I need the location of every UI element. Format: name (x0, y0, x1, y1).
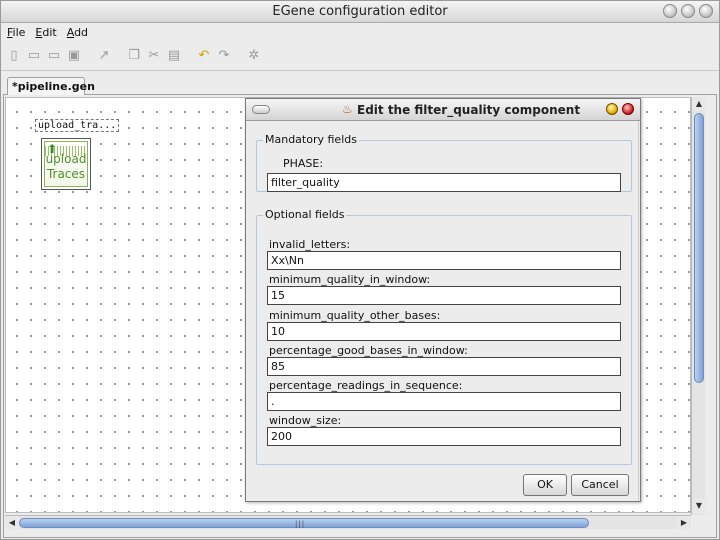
scroll-up-button[interactable]: ▲ (692, 97, 706, 111)
window-controls (663, 4, 713, 18)
java-cup-icon: ♨ (342, 102, 353, 116)
pct-good-bases-label: percentage_good_bases_in_window: (269, 344, 468, 357)
open-recent-icon[interactable]: ▭ (45, 47, 63, 65)
minimize-button[interactable] (663, 4, 677, 18)
title-bar[interactable]: EGene configuration editor (1, 1, 719, 23)
dialog-menu-pill[interactable] (252, 105, 270, 114)
window-size-label: window_size: (269, 414, 342, 427)
node-caption-line2: Traces (46, 167, 86, 181)
cancel-button[interactable]: Cancel (571, 474, 629, 496)
undo-icon[interactable]: ↶ (195, 47, 213, 65)
maximize-button[interactable] (681, 4, 695, 18)
dialog-window-controls (606, 103, 634, 115)
dialog-close-button[interactable] (622, 103, 634, 115)
phase-label: PHASE: (283, 157, 324, 170)
menu-bar: File Edit Add (1, 23, 719, 41)
min-quality-other-input[interactable] (267, 322, 621, 341)
pct-good-bases-input[interactable] (267, 357, 621, 376)
copy-icon[interactable]: ❐ (125, 47, 143, 65)
window-title: EGene configuration editor (272, 4, 448, 19)
node-label[interactable]: upload_tra... (35, 119, 120, 132)
open-folder-icon[interactable]: ▭ (25, 47, 43, 65)
invalid-letters-label: invalid_letters: (269, 238, 351, 251)
scroll-right-button[interactable]: ▶ (677, 516, 691, 530)
horizontal-scrollbar[interactable]: ◀ ||| ▶ (5, 515, 691, 530)
min-quality-window-input[interactable] (267, 286, 621, 305)
phase-input[interactable] (267, 173, 621, 192)
new-file-icon[interactable]: ▯ (5, 47, 23, 65)
edit-component-dialog: ♨ Edit the filter_quality component Mand… (245, 98, 641, 502)
optional-fields-group: Optional fields invalid_letters: minimum… (256, 208, 632, 465)
app-window: EGene configuration editor File Edit Add… (0, 0, 720, 540)
scroll-down-button[interactable]: ▼ (692, 499, 706, 513)
optional-fields-legend: Optional fields (263, 208, 347, 221)
menu-file[interactable]: File (7, 26, 25, 39)
menu-edit[interactable]: Edit (35, 26, 56, 39)
upload-traces-icon: ⬆ upload Traces (44, 141, 88, 187)
vertical-scroll-thumb[interactable] (694, 113, 704, 383)
horizontal-scroll-thumb[interactable]: ||| (19, 518, 589, 528)
save-icon[interactable]: ▣ (65, 47, 83, 65)
mandatory-fields-group: Mandatory fields PHASE: (256, 133, 632, 192)
cut-icon[interactable]: ✂ (145, 47, 163, 65)
min-quality-window-label: minimum_quality_in_window: (269, 273, 431, 286)
pct-readings-input[interactable] (267, 392, 621, 411)
toolbar: ▯ ▭ ▭ ▣ ↗ ❐ ✂ ▤ ↶ ↷ ✲ (1, 41, 719, 71)
dialog-title-bar[interactable]: ♨ Edit the filter_quality component (246, 99, 640, 121)
vertical-scrollbar[interactable]: ▲ ▼ (691, 97, 706, 515)
connect-arrow-icon[interactable]: ↗ (95, 47, 113, 65)
upload-traces-node[interactable]: ⬆ upload Traces (41, 138, 91, 190)
min-quality-other-label: minimum_quality_other_bases: (269, 309, 441, 322)
window-size-input[interactable] (267, 427, 621, 446)
tab-pipeline[interactable]: *pipeline.gen (7, 77, 95, 95)
settings-icon[interactable]: ✲ (245, 47, 263, 65)
dialog-title: Edit the filter_quality component (357, 103, 581, 117)
dialog-minimize-button[interactable] (606, 103, 618, 115)
node-caption-line1: upload (45, 152, 87, 166)
paste-icon[interactable]: ▤ (165, 47, 183, 65)
scroll-left-button[interactable]: ◀ (5, 516, 19, 530)
redo-icon[interactable]: ↷ (215, 47, 233, 65)
menu-add[interactable]: Add (67, 26, 88, 39)
invalid-letters-input[interactable] (267, 251, 621, 270)
ok-button[interactable]: OK (523, 474, 567, 496)
pct-readings-label: percentage_readings_in_sequence: (269, 379, 463, 392)
mandatory-fields-legend: Mandatory fields (263, 133, 359, 146)
close-button[interactable] (699, 4, 713, 18)
